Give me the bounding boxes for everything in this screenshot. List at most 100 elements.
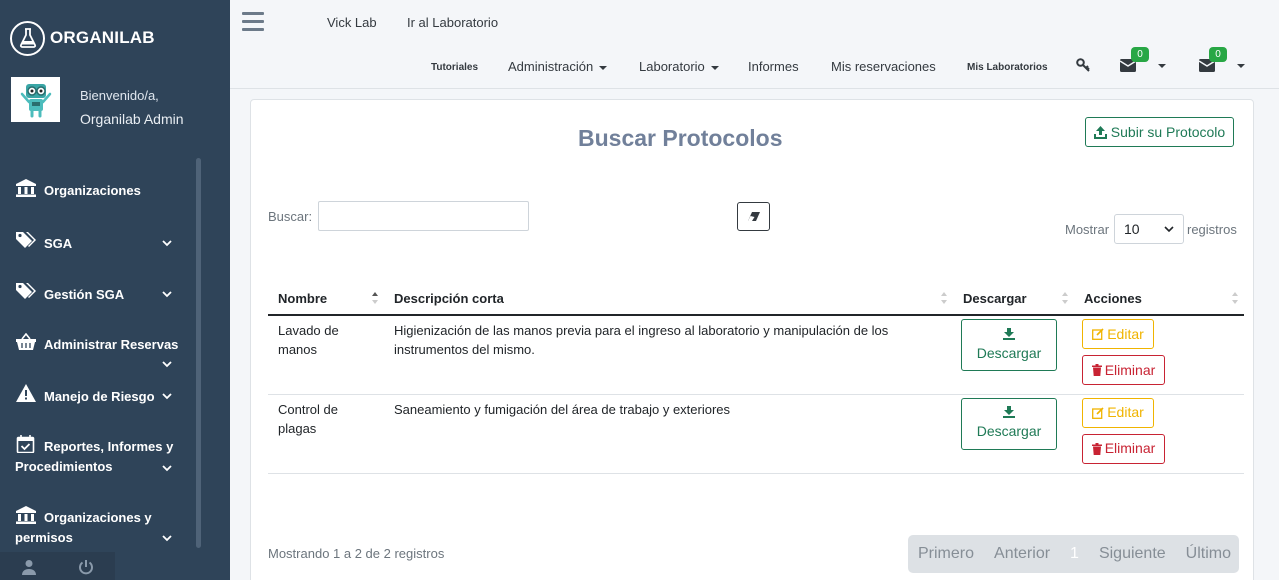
upload-icon: [1093, 125, 1107, 139]
hamburger-menu-icon[interactable]: [242, 12, 264, 32]
trash-icon: [1091, 442, 1102, 455]
protocols-table: Nombre Descripción corta Descargar Accio…: [268, 282, 1244, 474]
column-header-acciones[interactable]: Acciones: [1074, 282, 1244, 316]
edit-icon: [1092, 328, 1104, 340]
pagination: Primero Anterior 1 Siguiente Último: [908, 535, 1239, 573]
sidebar-item-label: Reportes, Informes y Procedimientos: [15, 439, 174, 474]
basket-icon: [16, 333, 36, 350]
brand[interactable]: ORGANILAB: [0, 0, 230, 76]
show-label: Mostrar: [1065, 222, 1110, 237]
key-icon[interactable]: [1076, 58, 1090, 72]
download-button[interactable]: Descargar: [961, 397, 1057, 450]
caret-down-icon: [599, 65, 608, 70]
column-header-descripcion[interactable]: Descripción corta: [384, 282, 953, 316]
search-input[interactable]: [318, 201, 529, 231]
sidebar-item-organizaciones-permisos[interactable]: Organizaciones y permisos: [0, 506, 196, 550]
sidebar-item-label: Gestión SGA: [44, 287, 125, 302]
caret-down-icon: [1158, 64, 1166, 68]
menu-laboratorio[interactable]: Laboratorio: [639, 59, 719, 74]
column-header-nombre[interactable]: Nombre: [268, 282, 384, 316]
avatar[interactable]: [11, 77, 60, 122]
user-name[interactable]: Organilab Admin: [80, 111, 184, 127]
pagination-next[interactable]: Siguiente: [1089, 545, 1176, 563]
clear-search-button[interactable]: [737, 202, 770, 231]
protocol-description: Higienización de las manos previa para e…: [384, 315, 953, 395]
sidebar: ORGANILAB Bienvenido/a, Organilab Admin: [0, 0, 230, 580]
menu-mis-laboratorios[interactable]: Mis Laboratorios: [967, 62, 1048, 73]
table-row: Lavado de manos Higienización de las man…: [268, 315, 1244, 395]
pagination-prev[interactable]: Anterior: [984, 545, 1060, 563]
user-icon[interactable]: [21, 559, 37, 575]
page-size-value: 10: [1124, 221, 1140, 237]
sidebar-item-organizaciones[interactable]: Organizaciones: [0, 179, 196, 203]
delete-button[interactable]: Eliminar: [1082, 355, 1165, 385]
menu-informes[interactable]: Informes: [748, 59, 799, 74]
download-label: Descargar: [976, 344, 1042, 361]
sidebar-item-label: Organizaciones: [44, 183, 141, 198]
sidebar-scrollbar[interactable]: [196, 158, 201, 548]
flask-icon: [10, 20, 45, 56]
edit-icon: [1092, 406, 1104, 419]
brand-name: ORGANILAB: [50, 28, 155, 47]
pagination-current[interactable]: 1: [1060, 545, 1089, 563]
download-button[interactable]: Descargar: [961, 319, 1057, 371]
tags-icon: [16, 283, 36, 299]
download-label: Descargar: [976, 423, 1042, 439]
pagination-last[interactable]: Último: [1176, 545, 1241, 563]
chevron-down-icon: [162, 361, 172, 368]
sidebar-item-label: SGA: [44, 236, 73, 251]
menu-mis-reservaciones[interactable]: Mis reservaciones: [831, 59, 936, 74]
download-icon: [1003, 406, 1015, 418]
sidebar-item-manejo-riesgo[interactable]: Manejo de Riesgo: [0, 384, 196, 408]
delete-label: Eliminar: [1104, 361, 1156, 378]
delete-button[interactable]: Eliminar: [1082, 433, 1165, 464]
sort-icon: [1232, 292, 1238, 304]
records-label: registros: [1187, 222, 1237, 237]
nav-link-vick-lab[interactable]: Vick Lab: [327, 15, 377, 30]
sidebar-item-administrar-reservas[interactable]: Administrar Reservas: [0, 332, 196, 372]
sidebar-item-label: Manejo de Riesgo: [44, 389, 155, 404]
protocols-card: Buscar Protocolos Subir su Protocolo Bus…: [250, 99, 1254, 580]
sidebar-item-gestion-sga[interactable]: Gestión SGA: [0, 282, 196, 306]
trash-icon: [1091, 364, 1102, 376]
sort-icon: [941, 292, 947, 304]
column-header-label: Descripción corta: [394, 290, 504, 306]
upload-protocol-button[interactable]: Subir su Protocolo: [1085, 117, 1234, 147]
column-header-label: Acciones: [1084, 290, 1142, 306]
caret-down-icon: [710, 65, 719, 70]
power-icon[interactable]: [78, 559, 94, 575]
column-header-descargar[interactable]: Descargar: [953, 282, 1074, 316]
menu-tutoriales[interactable]: Tutoriales: [431, 62, 478, 73]
user-panel: Bienvenido/a, Organilab Admin: [11, 77, 221, 135]
column-header-label: Descargar: [963, 290, 1027, 306]
download-icon: [1003, 327, 1015, 340]
menu-administracion[interactable]: Administración: [508, 59, 608, 74]
nav-link-ir-laboratorio[interactable]: Ir al Laboratorio: [407, 15, 498, 30]
sort-icon: [1062, 292, 1068, 304]
protocol-name: Lavado de manos: [268, 315, 384, 395]
table-info: Mostrando 1 a 2 de 2 registros: [268, 546, 445, 561]
page-size-select[interactable]: 10: [1114, 214, 1184, 244]
edit-button[interactable]: Editar: [1082, 319, 1154, 349]
menu-administracion-label: Administración: [508, 59, 594, 74]
sidebar-item-reportes[interactable]: Reportes, Informes y Procedimientos: [0, 435, 196, 479]
sidebar-item-sga[interactable]: SGA: [0, 231, 196, 255]
edit-label: Editar: [1107, 404, 1144, 420]
page-title: Buscar Protocolos: [578, 125, 783, 151]
column-header-label: Nombre: [278, 290, 328, 306]
edit-button[interactable]: Editar: [1082, 397, 1154, 428]
warning-icon: [16, 384, 36, 402]
pagination-first[interactable]: Primero: [908, 545, 984, 563]
message-count-badge: 0: [1131, 47, 1149, 62]
upload-protocol-label: Subir su Protocolo: [1110, 124, 1226, 140]
protocol-name: Control de plagas: [268, 394, 384, 474]
user-greeting: Bienvenido/a,: [80, 88, 159, 103]
chevron-down-icon: [162, 393, 172, 400]
sidebar-item-label: Administrar Reservas: [44, 337, 179, 352]
menu-laboratorio-label: Laboratorio: [639, 59, 705, 74]
delete-label: Eliminar: [1104, 440, 1156, 456]
protocol-description: Saneamiento y fumigación del área de tra…: [384, 394, 953, 474]
chevron-down-icon: [1164, 226, 1174, 233]
chevron-down-icon: [162, 240, 172, 247]
sidebar-item-label: Organizaciones y permisos: [15, 510, 152, 545]
